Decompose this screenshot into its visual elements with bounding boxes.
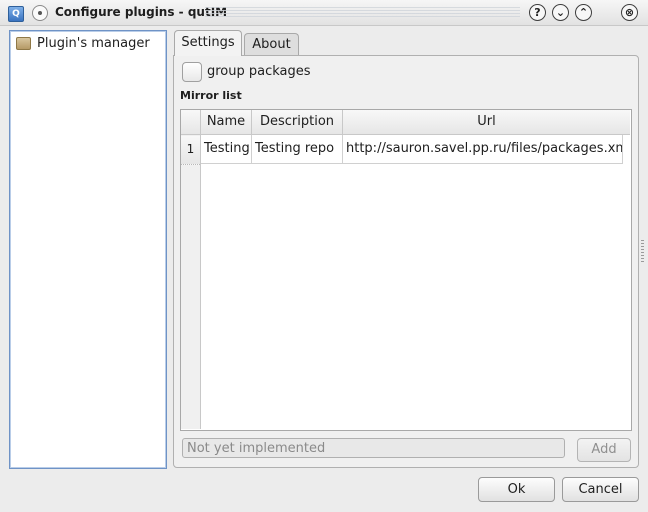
column-header-description[interactable]: Description (252, 110, 343, 135)
mirror-table[interactable]: Name Description Url 1 Testing Testing r… (180, 109, 632, 431)
maximize-icon[interactable]: ⌃ (575, 4, 592, 21)
window-title: Configure plugins - qutIM (55, 5, 228, 19)
mirror-url-input[interactable] (182, 438, 565, 458)
app-icon[interactable]: Q (8, 6, 24, 22)
table-cell-url[interactable]: http://sauron.savel.pp.ru/files/packages… (343, 135, 623, 164)
tab-settings[interactable]: Settings (174, 30, 242, 56)
table-cell-description[interactable]: Testing repo (252, 135, 343, 164)
title-bar-decoration (205, 7, 520, 18)
row-number[interactable]: 1 (181, 136, 200, 165)
group-packages-label[interactable]: group packages (207, 64, 311, 79)
minimize-icon[interactable]: ⌄ (552, 4, 569, 21)
table-corner[interactable] (181, 110, 201, 135)
help-icon[interactable]: ? (529, 4, 546, 21)
mirror-list-label: Mirror list (180, 89, 242, 102)
resize-grip[interactable] (641, 240, 644, 264)
plugin-list[interactable]: Plugin's manager (9, 30, 167, 469)
sidebar-item-label: Plugin's manager (37, 35, 150, 51)
table-cell-name[interactable]: Testing (201, 135, 252, 164)
row-header-strip (181, 135, 201, 429)
on-all-desktops-button[interactable] (32, 5, 48, 21)
column-header-name[interactable]: Name (201, 110, 252, 135)
folder-icon (16, 36, 31, 50)
close-icon[interactable]: ⊗ (621, 4, 638, 21)
sidebar-item-plugins-manager[interactable]: Plugin's manager (16, 34, 150, 52)
cancel-button[interactable]: Cancel (562, 477, 639, 502)
add-button[interactable]: Add (577, 438, 631, 462)
title-bar: Q Configure plugins - qutIM ? ⌄ ⌃ ⊗ (0, 0, 648, 26)
group-packages-checkbox[interactable] (182, 62, 202, 82)
ok-button[interactable]: Ok (478, 477, 555, 502)
column-header-url[interactable]: Url (343, 110, 630, 135)
tab-about[interactable]: About (244, 33, 299, 55)
